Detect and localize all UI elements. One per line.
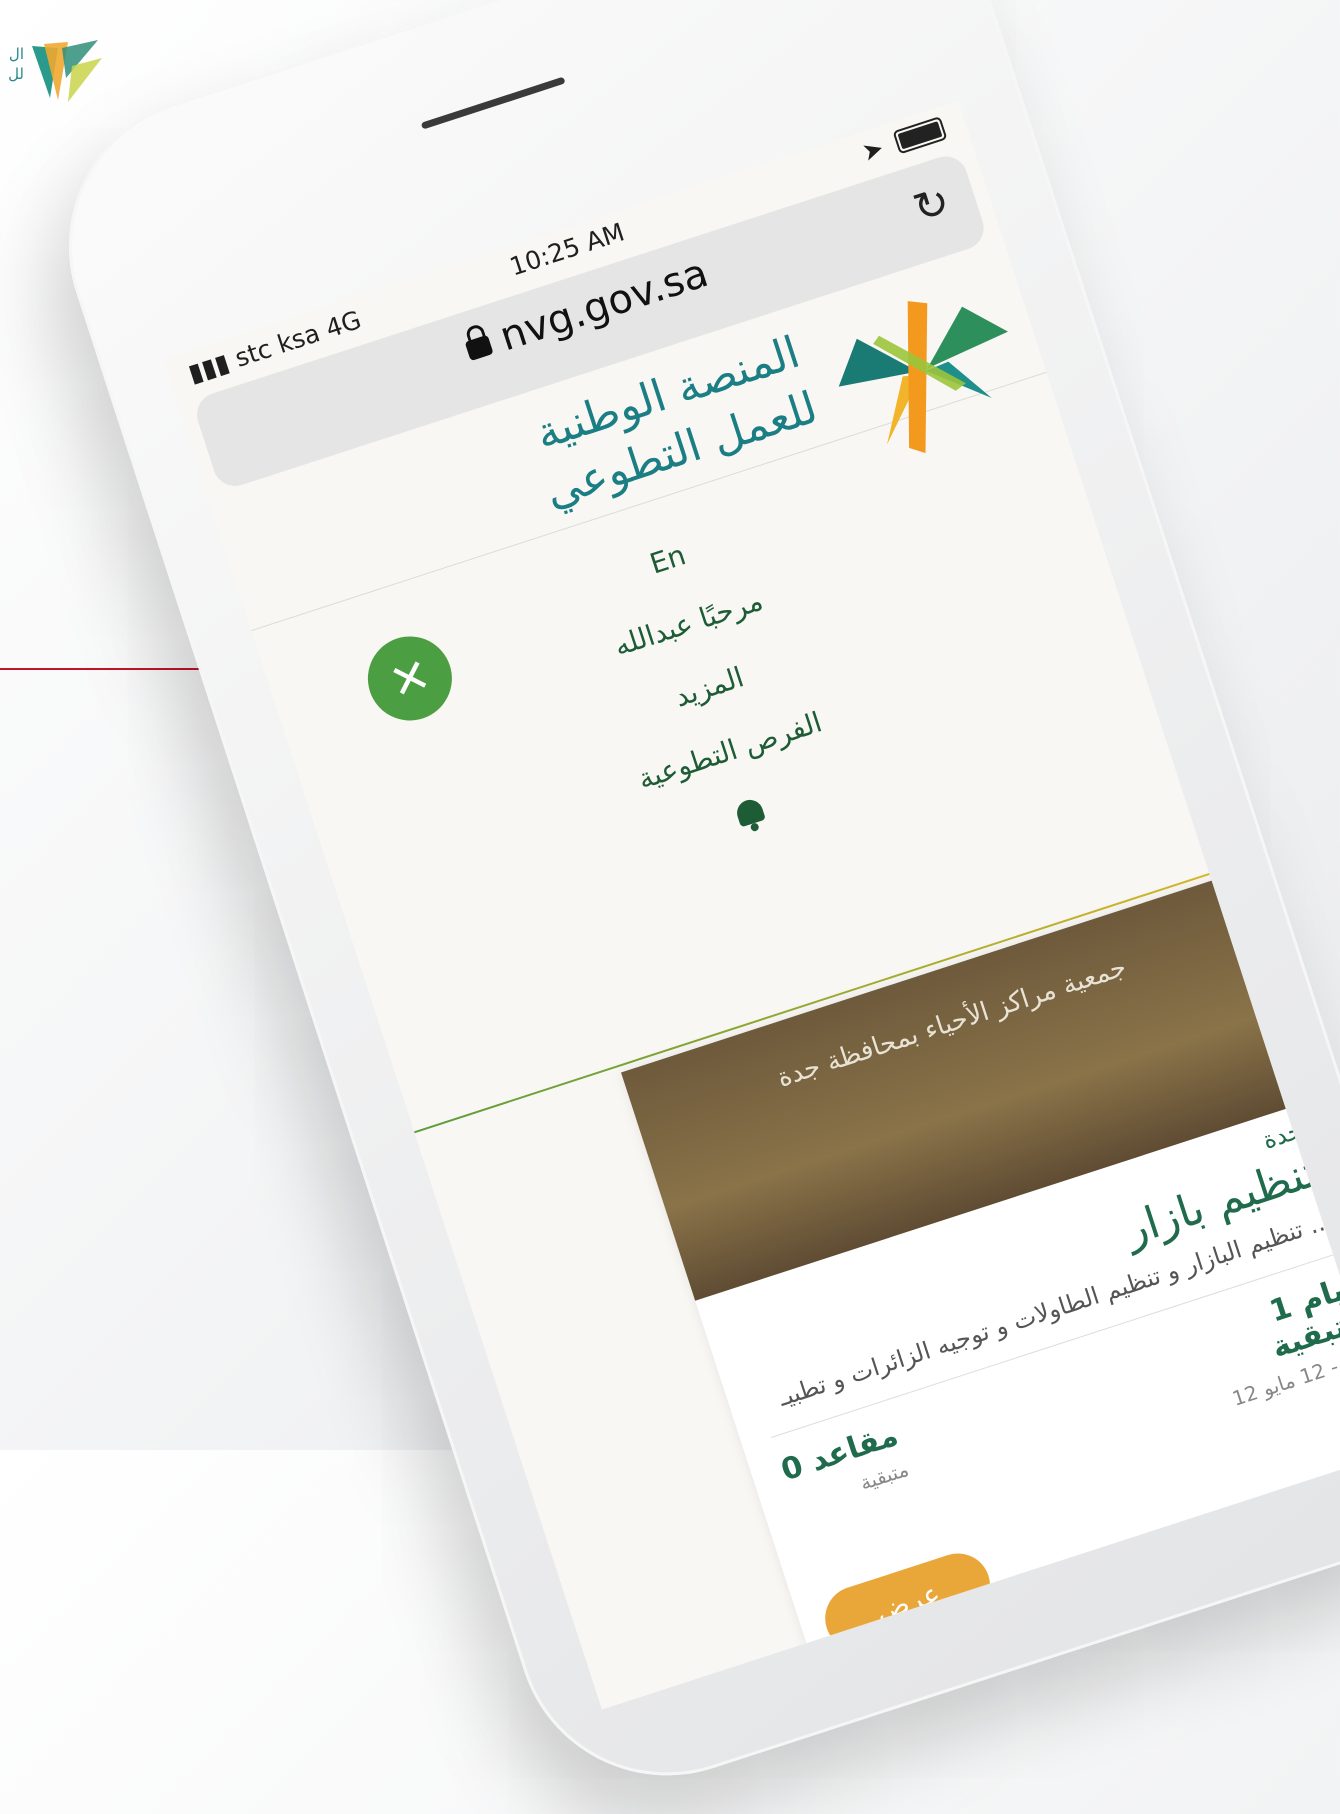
nav-menu: En مرحبًا عبدالله المزيد الفرص التطوعية: [408, 461, 1021, 945]
bell-icon: [733, 796, 766, 828]
corner-brand-logo: ال لل: [0, 38, 110, 108]
opportunity-card[interactable]: جمعية مراكز الأحياء بمحافظة جدة جدة تنظي…: [621, 868, 1340, 1710]
brand-mark-icon: [32, 40, 102, 102]
phone-screen: ▮▮▮ stc ksa 4G 10:25 AM ➤ nvg.gov.sa ↻ ا…: [163, 100, 1340, 1710]
battery-icon: [892, 115, 948, 154]
site-logo-icon[interactable]: [813, 273, 1040, 474]
corner-logo-text: ال لل: [8, 45, 24, 83]
phone-speaker: [420, 76, 566, 130]
days-stat: 1 أيام متبقية 12 مايو - 12 مايو: [1206, 1270, 1340, 1411]
phone-mockup: ▮▮▮ stc ksa 4G 10:25 AM ➤ nvg.gov.sa ↻ ا…: [30, 0, 1340, 1814]
lock-icon: [464, 334, 494, 362]
view-button[interactable]: عرض: [816, 1545, 999, 1659]
seats-stat: 0 مقاعد متبقية: [777, 1418, 923, 1550]
card-image-caption: جمعية مراكز الأحياء بمحافظة جدة: [773, 952, 1130, 1094]
